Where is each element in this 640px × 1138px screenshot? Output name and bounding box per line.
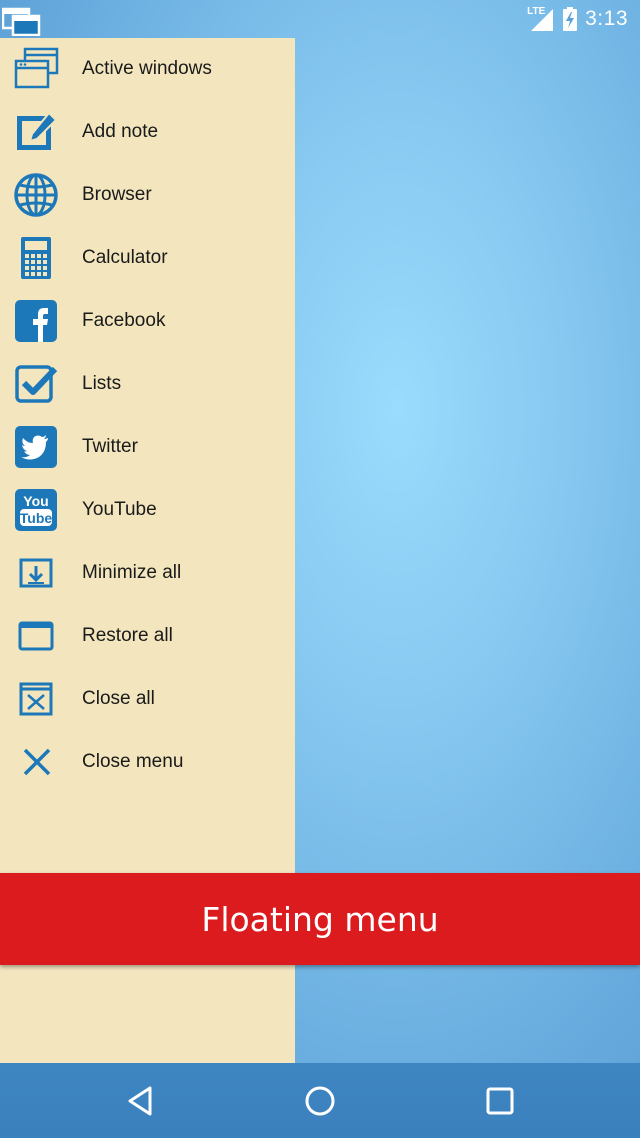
- menu-item-lists[interactable]: Lists: [0, 354, 295, 414]
- menu-item-label: Browser: [82, 184, 152, 205]
- menu-item-minimize-all[interactable]: Minimize all: [0, 543, 295, 603]
- home-icon: [305, 1086, 335, 1116]
- menu-item-label: Twitter: [82, 436, 138, 457]
- back-button[interactable]: [120, 1081, 160, 1121]
- menu-item-label: Facebook: [82, 310, 166, 331]
- menu-item-label: Close menu: [82, 751, 184, 772]
- floating-menu-banner[interactable]: Floating menu: [0, 873, 640, 965]
- menu-item-restore-all[interactable]: Restore all: [0, 606, 295, 666]
- clock: 3:13: [585, 7, 628, 30]
- globe-icon: [12, 172, 60, 218]
- checkbox-icon: [12, 361, 60, 407]
- menu-item-close-all[interactable]: Close all: [0, 669, 295, 729]
- svg-text:You: You: [23, 493, 48, 509]
- battery-charging-icon: [563, 7, 578, 31]
- recents-button[interactable]: [480, 1081, 520, 1121]
- menu-item-active-windows[interactable]: Active windows: [0, 39, 295, 99]
- menu-item-label: Lists: [82, 373, 122, 394]
- twitter-bird-icon: [12, 424, 60, 470]
- menu-item-twitter[interactable]: Twitter: [0, 417, 295, 477]
- restore-icon: [12, 613, 60, 659]
- home-button[interactable]: [300, 1081, 340, 1121]
- menu-item-calculator[interactable]: Calculator: [0, 228, 295, 288]
- app-windows-icon: [2, 7, 41, 36]
- add-note-icon: [12, 109, 60, 155]
- status-bar: LTE 3:13: [0, 0, 640, 38]
- menu-item-label: Add note: [82, 121, 159, 142]
- active-windows-icon: [12, 46, 60, 92]
- minimize-icon: [12, 550, 60, 596]
- menu-item-facebook[interactable]: Facebook: [0, 291, 295, 351]
- svg-text:Tube: Tube: [20, 510, 53, 526]
- menu-item-label: Active windows: [82, 58, 212, 79]
- recents-icon: [486, 1087, 514, 1115]
- close-icon: [12, 739, 60, 785]
- menu-item-label: Calculator: [82, 247, 168, 268]
- menu-item-browser[interactable]: Browser: [0, 165, 295, 225]
- menu-item-label: Close all: [82, 688, 155, 709]
- banner-title: Floating menu: [201, 899, 439, 939]
- lte-signal-icon: LTE: [527, 6, 555, 32]
- youtube-icon: You Tube: [12, 487, 60, 533]
- calculator-icon: [12, 235, 60, 281]
- menu-item-label: YouTube: [82, 499, 157, 520]
- navigation-bar: [0, 1063, 640, 1138]
- back-icon: [128, 1086, 152, 1116]
- menu-item-youtube[interactable]: You Tube YouTube: [0, 480, 295, 540]
- menu-item-label: Minimize all: [82, 562, 182, 583]
- close-all-icon: [12, 676, 60, 722]
- menu-item-close-menu[interactable]: Close menu: [0, 732, 295, 792]
- menu-item-label: Restore all: [82, 625, 173, 646]
- menu-item-add-note[interactable]: Add note: [0, 102, 295, 162]
- facebook-icon: [12, 298, 60, 344]
